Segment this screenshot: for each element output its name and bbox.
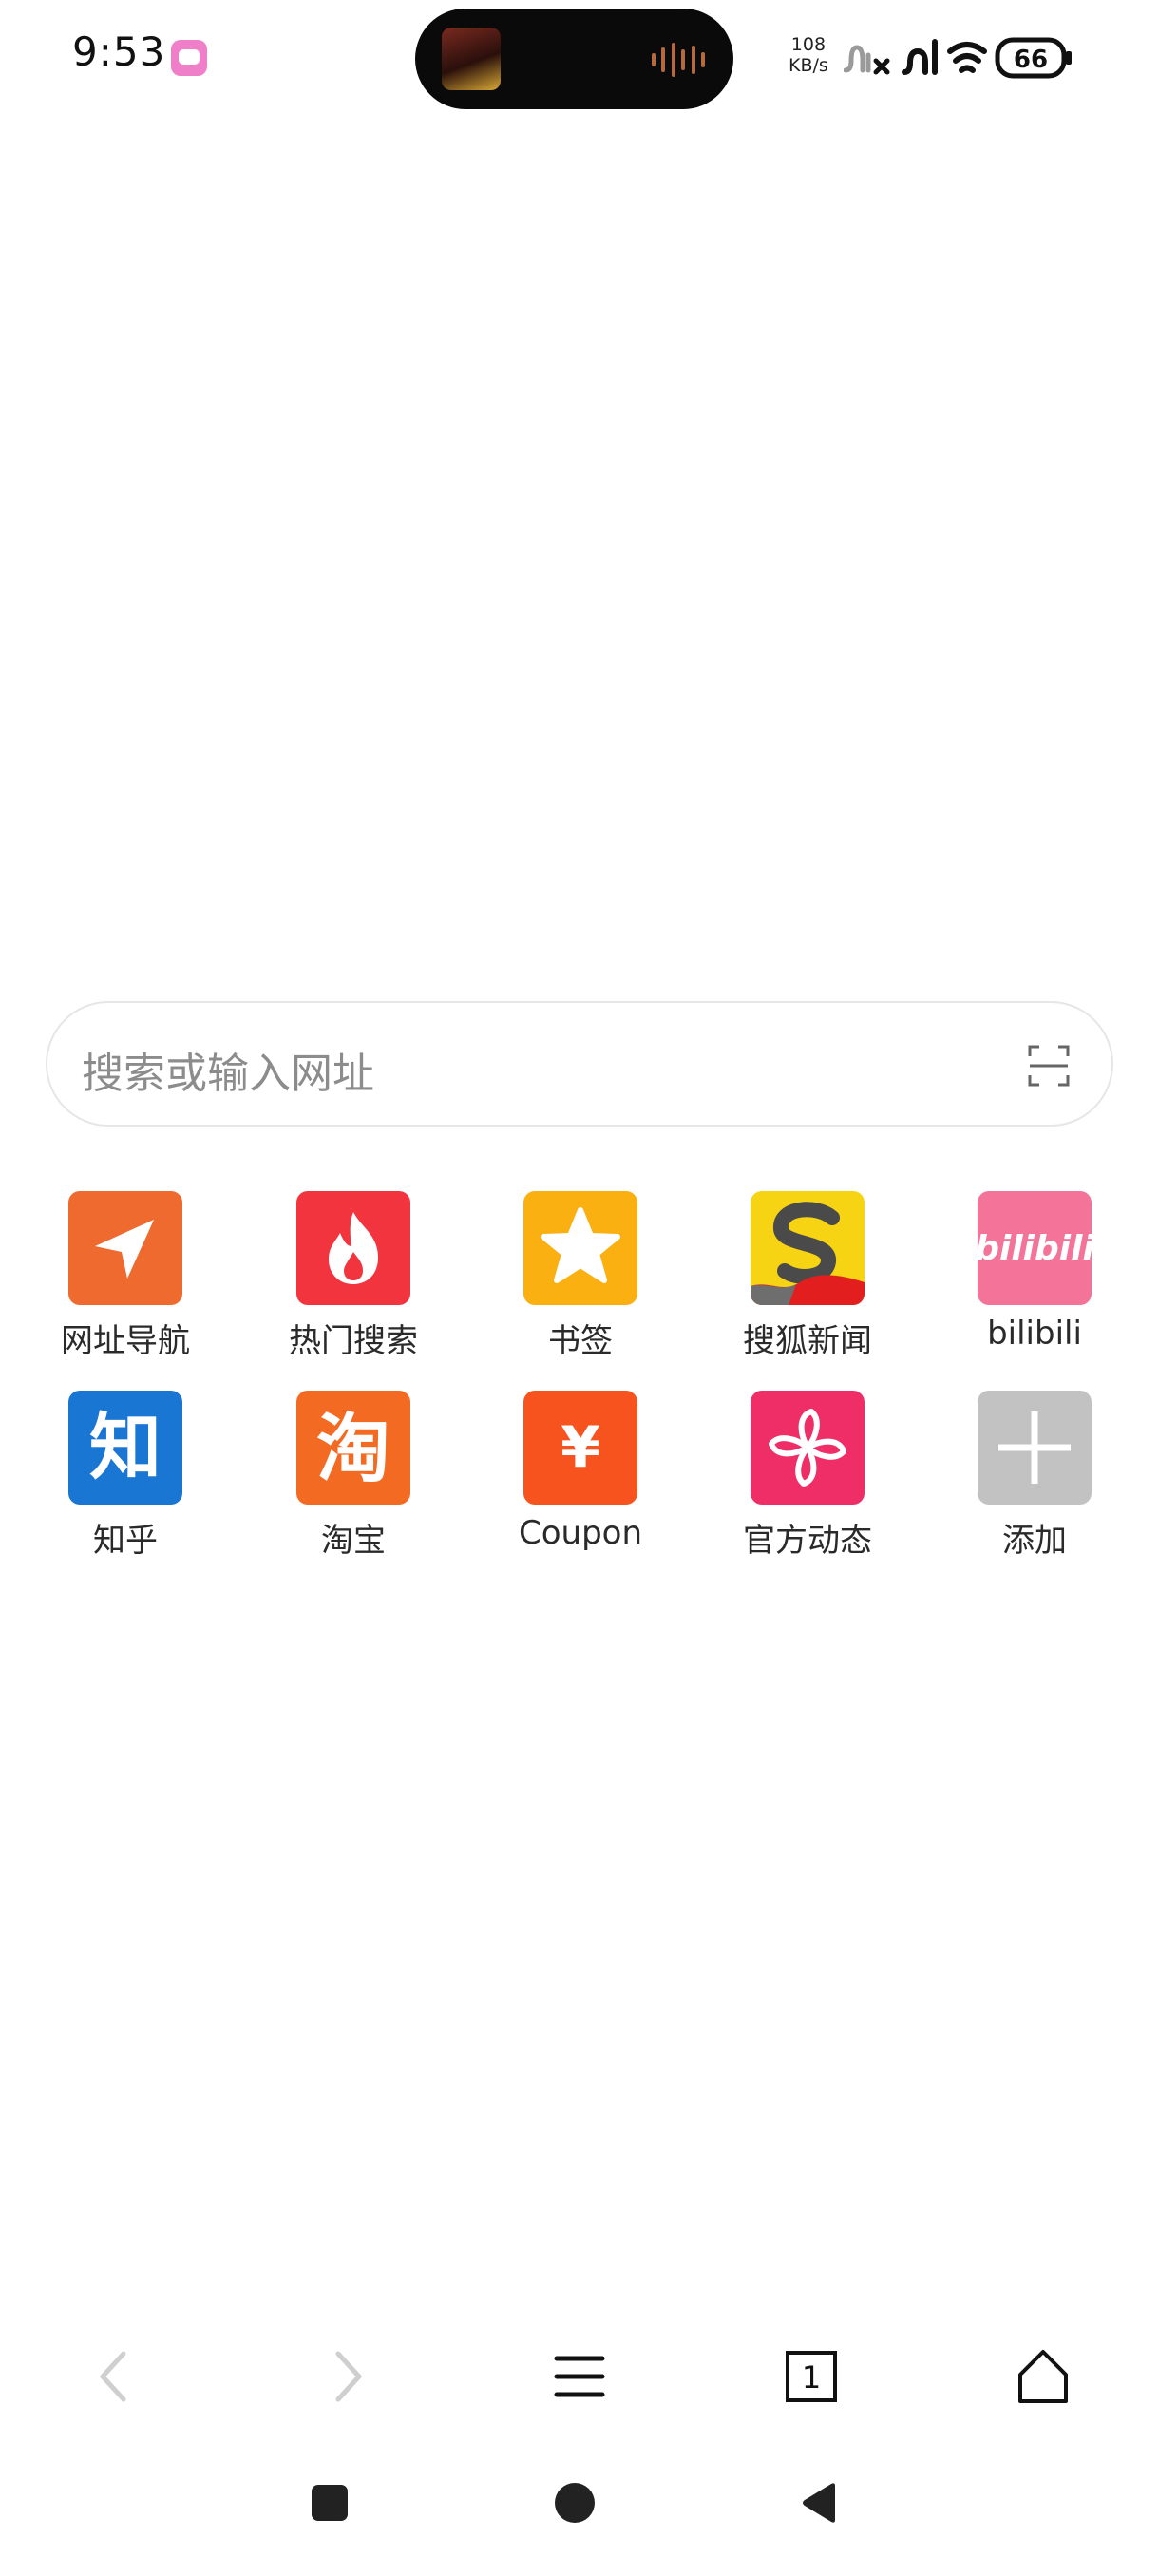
- shortcut-label: 热门搜索: [289, 1322, 418, 1360]
- network-speed-value: 108: [790, 34, 826, 55]
- flame-icon: [296, 1191, 410, 1305]
- pinwheel-icon: [750, 1391, 864, 1505]
- app-notification-icon: [171, 40, 207, 76]
- search-input[interactable]: 搜索或输入网址: [46, 1001, 1113, 1127]
- system-icons: 66: [843, 34, 1091, 82]
- shortcut-add[interactable]: 添加: [940, 1391, 1130, 1581]
- shortcut-nav[interactable]: 网址导航: [30, 1191, 220, 1381]
- network-speed: 108 KB/s: [788, 34, 828, 76]
- chevron-left-icon: [100, 2351, 126, 2402]
- star-icon: [523, 1191, 637, 1305]
- taobao-logo-icon: 淘: [296, 1391, 410, 1505]
- svg-text:66: 66: [1014, 46, 1048, 74]
- hamburger-menu-icon: [554, 2356, 605, 2397]
- shortcut-official-news[interactable]: 官方动态: [712, 1391, 902, 1581]
- sohu-logo-icon: [750, 1191, 864, 1305]
- wifi-icon: [947, 42, 987, 73]
- status-bar: 9:53 108 KB/s 66: [0, 0, 1159, 114]
- zhihu-logo-icon: 知: [68, 1391, 182, 1505]
- audio-wave-icon: [652, 43, 705, 77]
- dynamic-island-media[interactable]: [415, 9, 733, 109]
- shortcut-label: bilibili: [987, 1315, 1082, 1353]
- shortcut-label: 添加: [1002, 1522, 1067, 1560]
- recent-apps-button[interactable]: [296, 2470, 363, 2536]
- square-icon: [312, 2485, 348, 2521]
- shortcut-label: 淘宝: [321, 1522, 386, 1560]
- media-thumbnail-icon: [442, 28, 501, 90]
- search-placeholder: 搜索或输入网址: [82, 1050, 374, 1098]
- triangle-back-icon: [803, 2483, 835, 2523]
- svg-text:知: 知: [89, 1405, 162, 1489]
- forward-button[interactable]: [310, 2339, 386, 2415]
- status-time: 9:53: [72, 28, 166, 75]
- back-button[interactable]: [76, 2339, 152, 2415]
- shortcut-label: 搜狐新闻: [743, 1322, 872, 1360]
- svg-text:¥: ¥: [560, 1414, 600, 1481]
- svg-text:1: 1: [802, 2359, 821, 2396]
- tabs-button[interactable]: 1: [773, 2339, 849, 2415]
- shortcut-label: 书签: [548, 1322, 613, 1360]
- home-nav-button[interactable]: [542, 2470, 608, 2536]
- circle-icon: [555, 2483, 595, 2523]
- mobile-data-off-icon: [843, 45, 871, 73]
- svg-text:bilibili: bilibili: [978, 1229, 1092, 1268]
- shortcut-bookmarks[interactable]: 书签: [485, 1191, 675, 1381]
- plus-icon: [978, 1391, 1092, 1505]
- signal-icon: [902, 39, 938, 75]
- home-button[interactable]: [1005, 2339, 1081, 2415]
- shortcut-taobao[interactable]: 淘 淘宝: [258, 1391, 448, 1581]
- shortcut-zhihu[interactable]: 知 知乎: [30, 1391, 220, 1581]
- shortcut-coupon[interactable]: ¥ Coupon: [485, 1391, 675, 1581]
- home-icon: [1018, 2350, 1068, 2403]
- shortcut-label: 官方动态: [743, 1522, 872, 1560]
- bilibili-logo-icon: bilibili: [978, 1191, 1092, 1305]
- shortcut-label: 网址导航: [61, 1322, 190, 1360]
- tabs-count-icon: 1: [786, 2351, 837, 2402]
- network-speed-unit: KB/s: [788, 55, 828, 76]
- shortcut-sohu-news[interactable]: 搜狐新闻: [712, 1191, 902, 1381]
- shortcut-label: Coupon: [518, 1514, 643, 1552]
- battery-icon: 66: [995, 37, 1072, 79]
- signal-wifi-battery-icons: 66: [843, 37, 1072, 79]
- shortcut-bilibili[interactable]: bilibili bilibili: [940, 1191, 1130, 1381]
- chevron-right-icon: [335, 2351, 362, 2402]
- shortcut-hot-search[interactable]: 热门搜索: [258, 1191, 448, 1381]
- yuan-icon: ¥: [523, 1391, 637, 1505]
- svg-text:淘: 淘: [316, 1407, 390, 1492]
- menu-button[interactable]: [542, 2339, 618, 2415]
- navigation-arrow-icon: [68, 1191, 182, 1305]
- shortcut-label: 知乎: [93, 1522, 158, 1560]
- back-nav-button[interactable]: [787, 2470, 853, 2536]
- scan-icon[interactable]: [1028, 1045, 1070, 1087]
